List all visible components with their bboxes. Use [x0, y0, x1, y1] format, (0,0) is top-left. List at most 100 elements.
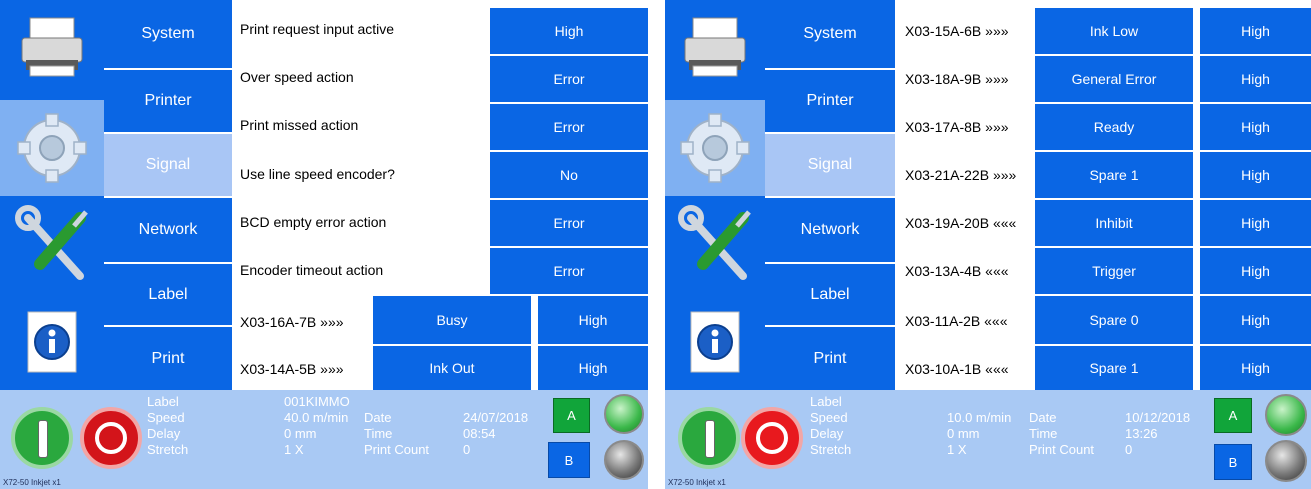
status-bar: Label Speed Delay Stretch 10.0 m/min 0 m…	[665, 390, 1311, 489]
menu-network[interactable]: Network	[104, 198, 232, 264]
io-label: X03-18A-9B »»»	[897, 56, 1035, 102]
tools-tab[interactable]	[0, 196, 104, 296]
io-level-button[interactable]: High	[1200, 152, 1311, 198]
io-signal-button[interactable]: Ink Low	[1035, 8, 1193, 54]
menu-system[interactable]: System	[765, 0, 895, 70]
device-footer: X72-50 Inkjet x1	[3, 478, 61, 487]
head-b-button[interactable]: B	[1214, 444, 1252, 480]
right-screen: System Printer Signal Network Label Prin…	[665, 0, 1311, 489]
value-button[interactable]: No	[490, 152, 648, 198]
row-label: BCD empty error action	[232, 200, 489, 244]
tools-tab[interactable]	[665, 196, 765, 296]
settings-tab[interactable]	[665, 100, 765, 196]
menu-print[interactable]: Print	[104, 327, 232, 390]
io-signal-button[interactable]: Ready	[1035, 104, 1193, 150]
gear-icon	[680, 113, 750, 183]
menu-system[interactable]: System	[104, 0, 232, 70]
io-level-button[interactable]: High	[1200, 8, 1311, 54]
menu-printer[interactable]: Printer	[104, 70, 232, 134]
status-count-key: Print Count	[364, 442, 430, 457]
status-time-value: 13:26	[1125, 426, 1158, 441]
io-label: X03-19A-20B «««	[897, 200, 1035, 246]
head-b-button[interactable]: B	[548, 442, 590, 478]
io-level-button[interactable]: High	[538, 346, 648, 390]
io-level-button[interactable]: High	[1200, 200, 1311, 246]
start-button[interactable]	[678, 407, 740, 469]
io-label: X03-17A-8B »»»	[897, 104, 1035, 150]
io-label: X03-21A-22B »»»	[897, 152, 1035, 198]
status-date-key: Date	[364, 410, 392, 425]
menu-label[interactable]: Label	[104, 264, 232, 327]
io-signal-button[interactable]: Inhibit	[1035, 200, 1193, 246]
stop-button[interactable]	[80, 407, 142, 469]
io-signal-button[interactable]: General Error	[1035, 56, 1193, 102]
left-screen: System Printer Signal Network Label Prin…	[0, 0, 648, 489]
io-signal-button[interactable]: Spare 1	[1035, 152, 1193, 198]
status-speed-value: 10.0 m/min	[947, 410, 1012, 425]
info-icon	[690, 311, 740, 373]
io-signal-button[interactable]: Trigger	[1035, 248, 1193, 294]
stop-button[interactable]	[741, 407, 803, 469]
io-label: X03-13A-4B «««	[897, 248, 1035, 294]
io-signal-button[interactable]: Spare 1	[1035, 346, 1193, 390]
value-button[interactable]: Error	[490, 248, 648, 294]
io-signal-button[interactable]: Ink Out	[373, 346, 531, 390]
value-button[interactable]: Error	[490, 56, 648, 102]
info-icon	[27, 311, 77, 373]
status-light-gray-icon	[604, 440, 644, 480]
io-signal-button[interactable]: Spare 0	[1035, 296, 1193, 344]
row-label: Print request input active	[232, 8, 489, 50]
value-button[interactable]: Error	[490, 200, 648, 246]
menu-label[interactable]: Label	[765, 264, 895, 327]
io-level-button[interactable]: High	[538, 296, 648, 344]
row-label: Use line speed encoder?	[232, 152, 489, 196]
status-speed-key: Speed	[810, 410, 848, 425]
status-stretch-value: 1 X	[284, 442, 304, 457]
io-level-button[interactable]: High	[1200, 296, 1311, 344]
io-label: X03-15A-6B »»»	[897, 8, 1035, 54]
info-tab[interactable]	[0, 296, 104, 390]
row-label: Print missed action	[232, 104, 489, 146]
io-label: X03-11A-2B «««	[897, 298, 1035, 344]
tools-icon	[15, 205, 88, 280]
status-light-gray-icon	[1265, 440, 1307, 482]
io-level-button[interactable]: High	[1200, 248, 1311, 294]
menu-signal[interactable]: Signal	[104, 134, 232, 198]
status-label-key: Label	[147, 394, 179, 409]
row-label: Encoder timeout action	[232, 248, 489, 292]
stop-icon	[756, 422, 788, 454]
io-signal-button[interactable]: Busy	[373, 296, 531, 344]
printer-icon	[684, 17, 746, 77]
printer-tab[interactable]	[0, 0, 104, 100]
io-level-button[interactable]: High	[1200, 56, 1311, 102]
value-button[interactable]: Error	[490, 104, 648, 150]
status-stretch-key: Stretch	[810, 442, 852, 457]
status-date-value: 10/12/2018	[1125, 410, 1191, 425]
value-button[interactable]: High	[490, 8, 648, 54]
menu-network[interactable]: Network	[765, 198, 895, 264]
start-icon	[38, 420, 48, 458]
printer-tab[interactable]	[665, 0, 765, 100]
io-label: X03-14A-5B »»»	[232, 348, 372, 390]
io-level-button[interactable]: High	[1200, 104, 1311, 150]
gear-icon	[17, 113, 87, 183]
stop-icon	[95, 422, 127, 454]
status-label-key: Label	[810, 394, 842, 409]
head-a-button[interactable]: A	[553, 398, 590, 433]
head-a-button[interactable]: A	[1214, 398, 1252, 433]
menu-signal[interactable]: Signal	[765, 134, 895, 198]
start-icon	[705, 420, 715, 458]
status-count-key: Print Count	[1029, 442, 1095, 457]
settings-tab[interactable]	[0, 100, 104, 196]
status-time-key: Time	[364, 426, 393, 441]
row-label: Over speed action	[232, 56, 489, 98]
info-tab[interactable]	[665, 296, 765, 390]
io-label: X03-10A-1B «««	[897, 348, 1035, 390]
start-button[interactable]	[11, 407, 73, 469]
status-light-green-icon	[1265, 394, 1307, 436]
io-level-button[interactable]: High	[1200, 346, 1311, 390]
menu-printer[interactable]: Printer	[765, 70, 895, 134]
menu-print[interactable]: Print	[765, 327, 895, 390]
status-count-value: 0	[1125, 442, 1133, 457]
status-delay-key: Delay	[147, 426, 181, 441]
